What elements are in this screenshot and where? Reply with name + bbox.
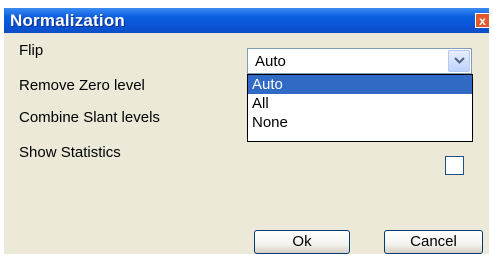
close-icon: x	[479, 14, 486, 28]
show-statistics-label: Show Statistics	[19, 144, 121, 161]
dialog-title: Normalization	[10, 11, 126, 30]
combine-slant-levels-label: Combine Slant levels	[19, 109, 160, 126]
flip-label: Flip	[19, 42, 44, 59]
flip-combobox-value: Auto	[255, 53, 286, 70]
remove-zero-level-label: Remove Zero level	[19, 77, 145, 94]
ok-button[interactable]: Ok	[254, 230, 350, 254]
option-all[interactable]: All	[248, 94, 472, 113]
dropdown-button[interactable]	[448, 50, 470, 72]
show-statistics-checkbox[interactable]	[445, 156, 464, 175]
option-auto[interactable]: Auto	[248, 75, 472, 94]
close-button[interactable]: x	[475, 13, 489, 28]
normalization-dialog: Normalization x Flip Remove Zero level C…	[4, 8, 489, 254]
flip-combobox[interactable]: Auto	[247, 48, 472, 74]
option-none[interactable]: None	[248, 113, 472, 132]
chevron-down-icon	[454, 57, 465, 64]
cancel-button[interactable]: Cancel	[384, 230, 483, 254]
flip-dropdown-list: Auto All None	[247, 74, 473, 142]
title-bar[interactable]: Normalization x	[4, 8, 489, 33]
